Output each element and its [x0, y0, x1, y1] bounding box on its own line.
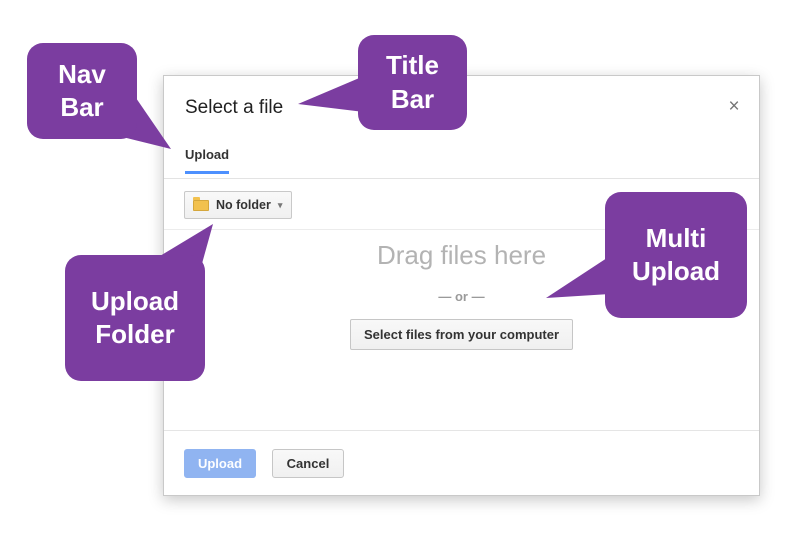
multi-upload-callout-label: Multi Upload	[631, 222, 721, 286]
upload-folder-callout-label: Upload Folder	[90, 285, 180, 349]
upload-button[interactable]: Upload	[184, 448, 256, 478]
select-files-button[interactable]: Select files from your computer	[349, 319, 574, 350]
chevron-down-icon: ▾	[277, 199, 283, 210]
close-icon[interactable]: ×	[723, 96, 745, 118]
folder-icon	[193, 196, 209, 211]
nav-bar-callout: Nav Bar	[27, 43, 137, 139]
upload-folder-callout: Upload Folder	[65, 255, 205, 381]
tab-upload[interactable]: Upload	[185, 147, 230, 174]
screenshot-canvas: Select a file × Upload No folder ▾ Drag …	[0, 0, 809, 544]
dialog-footer: Upload Cancel	[164, 430, 759, 495]
title-bar-callout: Title Bar	[358, 35, 467, 130]
tab-divider	[185, 174, 737, 178]
folder-dropdown-label: No folder	[216, 198, 271, 212]
folder-dropdown[interactable]: No folder ▾	[184, 191, 293, 219]
nav-bar-callout-label: Nav Bar	[58, 58, 106, 122]
title-bar-callout-label: Title Bar	[386, 50, 439, 114]
multi-upload-callout: Multi Upload	[605, 192, 747, 318]
cancel-button[interactable]: Cancel	[272, 448, 344, 478]
